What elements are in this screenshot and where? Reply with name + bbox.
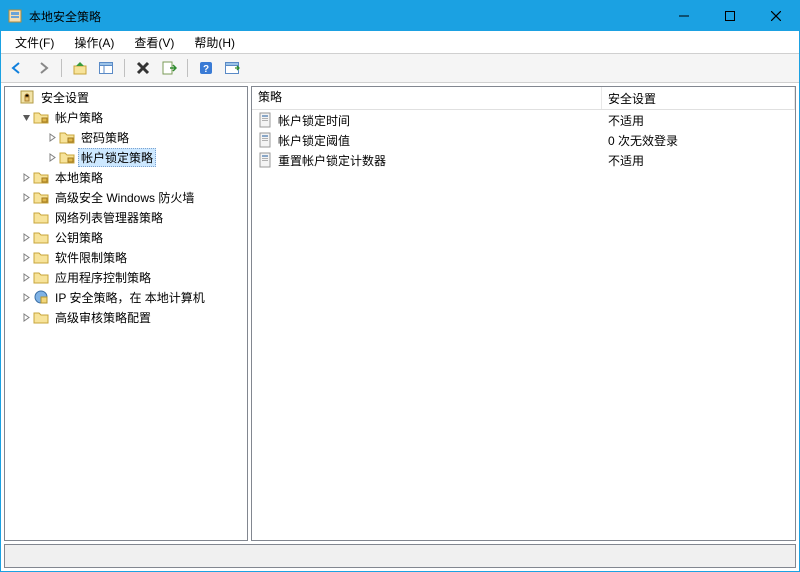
policy-name: 重置帐户锁定计数器 <box>278 152 386 169</box>
app-icon <box>7 8 23 24</box>
tree-label: 帐户策略 <box>52 108 106 127</box>
folder-icon <box>33 169 49 185</box>
tree-node-local-policies[interactable]: 本地策略 <box>5 167 247 187</box>
folder-icon <box>59 149 75 165</box>
column-label: 策略 <box>258 90 282 104</box>
sort-ascending-icon: ▲ <box>258 86 595 88</box>
policy-name: 帐户锁定阈值 <box>278 132 350 149</box>
svg-text:?: ? <box>203 64 209 75</box>
expander-icon[interactable] <box>5 90 19 104</box>
tree-node-ip-security[interactable]: IP 安全策略，在 本地计算机 <box>5 287 247 307</box>
tree-node-account-policies[interactable]: 帐户策略 <box>5 107 247 127</box>
menu-file[interactable]: 文件(F) <box>5 32 64 53</box>
policy-name: 帐户锁定时间 <box>278 112 350 129</box>
back-button[interactable] <box>5 56 29 80</box>
chevron-right-icon[interactable] <box>45 150 59 164</box>
tree-node-account-lockout-policy[interactable]: 帐户锁定策略 <box>5 147 247 167</box>
tree: 安全设置 <box>5 87 247 327</box>
minimize-button[interactable] <box>661 1 707 31</box>
tree-label: 公钥策略 <box>52 228 106 247</box>
maximize-button[interactable] <box>707 1 753 31</box>
content: 安全设置 <box>1 83 799 571</box>
toolbar: ? <box>1 54 799 83</box>
up-button[interactable] <box>68 56 92 80</box>
chevron-right-icon[interactable] <box>19 310 33 324</box>
tree-node-windows-firewall[interactable]: 高级安全 Windows 防火墙 <box>5 187 247 207</box>
folder-icon <box>33 249 49 265</box>
policy-icon <box>258 152 274 168</box>
chevron-down-icon[interactable] <box>19 110 33 124</box>
tree-node-password-policy[interactable]: 密码策略 <box>5 127 247 147</box>
folder-icon <box>33 269 49 285</box>
menu-action[interactable]: 操作(A) <box>64 32 124 53</box>
tree-label: 高级安全 Windows 防火墙 <box>52 188 197 207</box>
menu-help[interactable]: 帮助(H) <box>184 32 245 53</box>
column-label: 安全设置 <box>608 92 656 106</box>
list-item[interactable]: 重置帐户锁定计数器 不适用 <box>252 150 795 170</box>
menubar: 文件(F) 操作(A) 查看(V) 帮助(H) <box>1 31 799 54</box>
policy-icon <box>258 112 274 128</box>
chevron-right-icon[interactable] <box>45 130 59 144</box>
chevron-right-icon[interactable] <box>19 190 33 204</box>
expander-icon[interactable] <box>19 210 33 224</box>
chevron-right-icon[interactable] <box>19 170 33 184</box>
window: 本地安全策略 文件(F) 操作(A) 查看(V) 帮助(H) <box>0 0 800 572</box>
help-button[interactable]: ? <box>194 56 218 80</box>
split-pane: 安全设置 <box>1 83 799 544</box>
folder-icon <box>33 189 49 205</box>
tree-label: IP 安全策略，在 本地计算机 <box>52 288 208 307</box>
column-header-setting[interactable]: 安全设置 <box>602 87 795 109</box>
titlebar: 本地安全策略 <box>1 1 799 31</box>
list-body[interactable]: 帐户锁定时间 不适用 帐户锁定阈值 <box>252 110 795 540</box>
window-title: 本地安全策略 <box>29 8 101 25</box>
toolbar-separator <box>61 59 62 77</box>
properties-button[interactable] <box>220 56 244 80</box>
delete-button[interactable] <box>131 56 155 80</box>
list-header: ▲ 策略 安全设置 <box>252 87 795 110</box>
forward-button[interactable] <box>31 56 55 80</box>
policy-setting: 0 次无效登录 <box>608 132 678 149</box>
folder-icon <box>33 229 49 245</box>
tree-node-software-restriction[interactable]: 软件限制策略 <box>5 247 247 267</box>
menu-view[interactable]: 查看(V) <box>124 32 184 53</box>
list-pane: ▲ 策略 安全设置 帐户锁定时间 <box>251 86 796 541</box>
tree-label: 密码策略 <box>78 128 132 147</box>
folder-icon <box>33 209 49 225</box>
close-button[interactable] <box>753 1 799 31</box>
policy-setting: 不适用 <box>608 112 644 129</box>
list-item[interactable]: 帐户锁定时间 不适用 <box>252 110 795 130</box>
list-item[interactable]: 帐户锁定阈值 0 次无效登录 <box>252 130 795 150</box>
ipsec-icon <box>33 289 49 305</box>
folder-icon <box>33 109 49 125</box>
tree-label: 软件限制策略 <box>52 248 130 267</box>
tree-label: 安全设置 <box>38 88 92 107</box>
tree-label: 高级审核策略配置 <box>52 308 154 327</box>
tree-label: 网络列表管理器策略 <box>52 208 166 227</box>
chevron-right-icon[interactable] <box>19 250 33 264</box>
chevron-right-icon[interactable] <box>19 270 33 284</box>
policy-icon <box>258 132 274 148</box>
chevron-right-icon[interactable] <box>19 230 33 244</box>
tree-node-app-control[interactable]: 应用程序控制策略 <box>5 267 247 287</box>
folder-icon <box>33 309 49 325</box>
show-hide-tree-button[interactable] <box>94 56 118 80</box>
tree-node-advanced-audit[interactable]: 高级审核策略配置 <box>5 307 247 327</box>
toolbar-separator <box>187 59 188 77</box>
tree-node-public-key-policies[interactable]: 公钥策略 <box>5 227 247 247</box>
chevron-right-icon[interactable] <box>19 290 33 304</box>
folder-icon <box>59 129 75 145</box>
toolbar-separator <box>124 59 125 77</box>
tree-pane[interactable]: 安全设置 <box>4 86 248 541</box>
tree-label: 帐户锁定策略 <box>78 148 156 167</box>
tree-node-root[interactable]: 安全设置 <box>5 87 247 107</box>
column-header-policy[interactable]: ▲ 策略 <box>252 87 602 109</box>
tree-node-network-list-manager[interactable]: 网络列表管理器策略 <box>5 207 247 227</box>
export-button[interactable] <box>157 56 181 80</box>
security-settings-icon <box>19 89 35 105</box>
tree-label: 本地策略 <box>52 168 106 187</box>
policy-setting: 不适用 <box>608 152 644 169</box>
statusbar <box>4 544 796 568</box>
tree-label: 应用程序控制策略 <box>52 268 154 287</box>
